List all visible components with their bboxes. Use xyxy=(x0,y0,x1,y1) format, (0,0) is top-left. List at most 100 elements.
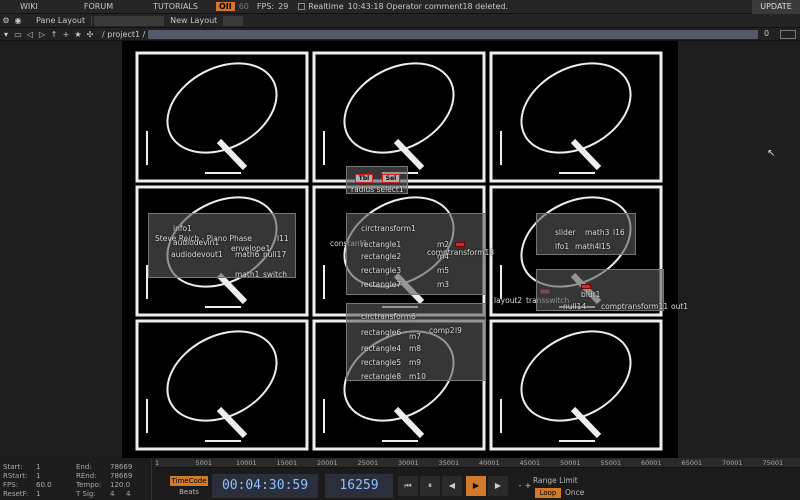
node-group-shapes-bottom[interactable]: circtransform6 rectangle6 m7 comp2 l9 re… xyxy=(346,303,486,381)
loop-button[interactable]: Loop xyxy=(535,488,561,498)
menu-wiki[interactable]: WIKI xyxy=(12,2,46,11)
compass-icon[interactable]: ✣ xyxy=(85,30,95,39)
oi-badge[interactable]: OII xyxy=(215,2,235,11)
fps-value: 29 xyxy=(278,2,289,11)
m4-label: m4 xyxy=(437,252,450,261)
rend-label: REnd: xyxy=(76,472,97,480)
menu-tutorials[interactable]: TUTORIALS xyxy=(145,2,206,11)
start-value[interactable]: 1 xyxy=(36,463,40,471)
tsig-value-b[interactable]: 4 xyxy=(126,490,130,498)
rend-value[interactable]: 78669 xyxy=(110,472,132,480)
null17-label: null17 xyxy=(263,250,287,259)
m8-label: m8 xyxy=(409,344,422,353)
m9-label: m9 xyxy=(409,358,422,367)
layout-field-2[interactable] xyxy=(223,15,244,26)
info-label: info1 xyxy=(173,224,192,233)
comp2-label: comp2 xyxy=(429,326,455,335)
node-group-radius[interactable]: Tbl Sel radius select1 xyxy=(346,166,408,194)
ruler-tick: 65001 xyxy=(681,459,703,467)
fps-value[interactable]: 60.0 xyxy=(36,481,52,489)
ruler-tick: 60001 xyxy=(641,459,662,467)
timeline-ruler[interactable]: 1 5001 10001 15001 20001 25001 30001 35001 40001… xyxy=(155,458,800,468)
math1-label: math1 xyxy=(235,270,260,279)
node-group-shapes-top[interactable]: circtransform1 rectangle1 m2 comptransfo… xyxy=(346,213,494,295)
rect5-label: rectangle5 xyxy=(361,358,402,367)
play-icon[interactable]: ▶ xyxy=(466,476,486,496)
step-back-icon[interactable]: ◀ xyxy=(442,476,462,496)
rect3-label: rectangle3 xyxy=(361,266,402,275)
lfo1-label: lfo1 xyxy=(555,242,570,251)
rect6-label: rectangle6 xyxy=(361,328,402,337)
end-value[interactable]: 78669 xyxy=(110,463,132,471)
l9-label: l9 xyxy=(455,326,462,335)
fps-label: FPS: xyxy=(3,481,19,489)
new-layout-button[interactable]: New Layout xyxy=(170,16,217,25)
tempo-value[interactable]: 120.0 xyxy=(110,481,130,489)
update-button[interactable]: UPDATE xyxy=(752,0,800,14)
radius-select-label: radius select1 xyxy=(351,185,404,194)
network-editor[interactable]: Tbl Sel radius select1 info1 Steve Reich… xyxy=(0,41,800,458)
pane-icon[interactable]: ▭ xyxy=(13,30,23,39)
resetf-value[interactable]: 1 xyxy=(36,490,40,498)
sel-button[interactable]: Sel xyxy=(382,174,400,183)
beats-mode-button[interactable]: Beats xyxy=(170,488,208,498)
tsig-value-a[interactable]: 4 xyxy=(110,490,114,498)
ruler-tick: 40001 xyxy=(479,459,500,467)
red-node-3[interactable] xyxy=(581,284,591,289)
pause-icon[interactable]: ⏸ xyxy=(420,476,440,496)
menu-forum[interactable]: FORUM xyxy=(76,2,121,11)
node-group-audio[interactable]: info1 Steve Reich - Piano Phase l11 audi… xyxy=(148,213,296,279)
ruler-tick: 10001 xyxy=(236,459,257,467)
oi-count: 60 xyxy=(238,2,249,11)
path-bar: ▾ ▭ ◁ ▷ ↑ + ★ ✣ / project1 / >> 0 xyxy=(0,28,800,41)
step-forward-icon[interactable]: ▶ xyxy=(488,476,508,496)
status-message: 10:43:18 Operator comment18 deleted. xyxy=(347,2,509,11)
rstart-value[interactable]: 1 xyxy=(36,472,40,480)
tempo-label: Tempo: xyxy=(76,481,102,489)
back-icon[interactable]: ◁ xyxy=(25,30,35,39)
render-cell xyxy=(135,51,309,183)
realtime-checkbox[interactable] xyxy=(298,3,306,10)
up-icon[interactable]: ↑ xyxy=(49,30,59,39)
timecode-display[interactable]: 00:04:30:59 xyxy=(212,474,318,498)
node-group-output[interactable]: blur1 null14 comptransform11 out1 xyxy=(536,269,688,311)
comp11-label: comptransform11 xyxy=(601,302,669,311)
frame-display[interactable]: 16259 xyxy=(325,474,393,498)
ruler-tick: 25001 xyxy=(357,459,379,467)
rect1-label: rectangle1 xyxy=(361,240,402,249)
pane-layout-label[interactable]: Pane Layout xyxy=(30,16,93,25)
timecode-mode-button[interactable]: TimeCode xyxy=(170,476,208,486)
l15-label: l15 xyxy=(599,242,611,251)
rstart-label: RStart: xyxy=(3,472,28,480)
math3-label: math3 xyxy=(585,228,610,237)
star-icon[interactable]: ★ xyxy=(73,30,83,39)
node-group-slider[interactable]: slider math3 l16 lfo1 math4 l15 xyxy=(536,213,636,255)
slider-label: slider xyxy=(555,228,576,237)
blur1-label: blur1 xyxy=(581,290,601,299)
gear-icon[interactable]: ⚙ xyxy=(0,16,12,25)
layout-field[interactable] xyxy=(94,15,165,26)
rect7-label: rectangle7 xyxy=(361,280,402,289)
resetf-label: ResetF: xyxy=(3,490,29,498)
circ1-label: circtransform1 xyxy=(361,224,416,233)
once-button[interactable]: Once xyxy=(565,488,584,497)
eye-icon[interactable]: ◉ xyxy=(12,16,24,25)
ruler-tick: 35001 xyxy=(438,459,460,467)
l11-label: l11 xyxy=(277,234,289,243)
red-node-1[interactable] xyxy=(455,242,465,247)
pane-box[interactable] xyxy=(780,30,796,39)
rewind-icon[interactable]: ⏮ xyxy=(398,476,418,496)
dropdown-icon[interactable]: ▾ xyxy=(1,30,11,39)
m7-label: m7 xyxy=(409,332,422,341)
layout2-label: layout2 xyxy=(494,296,523,305)
add-icon[interactable]: + xyxy=(61,30,71,39)
ruler-tick: 1 xyxy=(155,459,160,467)
rect4-label: rectangle4 xyxy=(361,344,402,353)
m5-label: m5 xyxy=(437,266,450,275)
forward-icon[interactable]: ▷ xyxy=(37,30,47,39)
tsig-label: T Sig: xyxy=(76,490,96,498)
m10-label: m10 xyxy=(409,372,426,381)
ruler-tick: 20001 xyxy=(317,459,338,467)
search-bar[interactable] xyxy=(148,30,758,39)
tbl-button[interactable]: Tbl xyxy=(355,174,373,183)
